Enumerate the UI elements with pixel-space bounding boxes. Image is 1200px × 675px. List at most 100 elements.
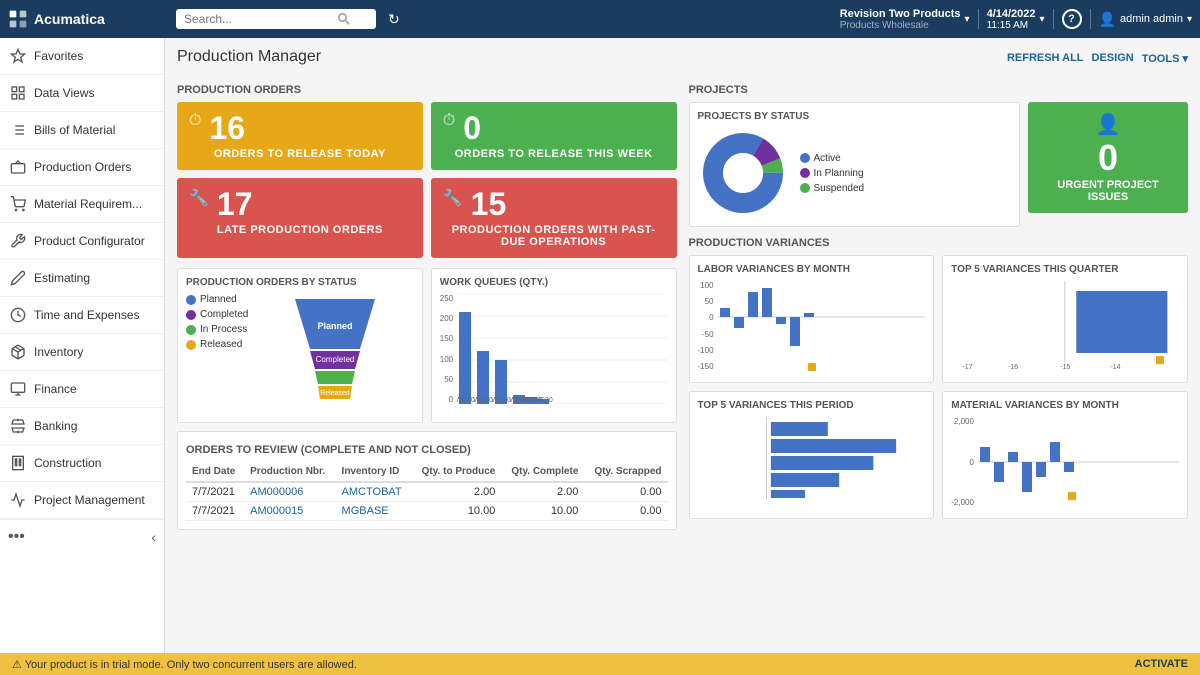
sidebar-item-data-views[interactable]: Data Views xyxy=(0,75,164,112)
labor-svg xyxy=(718,281,926,371)
urgent-number: 0 xyxy=(1098,137,1118,179)
sidebar-item-banking[interactable]: Banking xyxy=(0,408,164,445)
legend-suspended: Suspended xyxy=(800,183,865,194)
cell-qty-complete: 10.00 xyxy=(501,502,584,521)
help-button[interactable]: ? xyxy=(1062,9,1082,29)
in-process-dot xyxy=(186,325,196,335)
orders-today-number: 16 xyxy=(209,112,245,144)
production-orders-header: PRODUCTION ORDERS xyxy=(177,84,677,96)
wq-y-axis: 250200150100500 xyxy=(440,294,455,404)
inventory-id-link[interactable]: MGBASE xyxy=(342,505,389,517)
company-name: Revision Two Products xyxy=(840,8,961,20)
search-icon xyxy=(338,13,350,25)
sidebar-item-construction[interactable]: Construction xyxy=(0,445,164,482)
cell-end-date: 7/7/2021 xyxy=(186,502,244,521)
labor-variances-title: LABOR VARIANCES BY MONTH xyxy=(698,264,926,275)
top5-period-chart: TOP 5 VARIANCES THIS PERIOD xyxy=(689,391,935,519)
finance-icon xyxy=(10,381,26,397)
prod-nbr-link[interactable]: AM000006 xyxy=(250,486,303,498)
work-queues-title: WORK QUEUES (QTY.) xyxy=(440,277,668,288)
datetime-selector[interactable]: 4/14/2022 11:15 AM ▾ xyxy=(987,8,1045,31)
work-queues-chart: WORK QUEUES (QTY.) 250200150100500 xyxy=(431,268,677,423)
toolbar: REFRESH ALL DESIGN TOOLS ▾ xyxy=(1007,52,1188,65)
past-due-label: PRODUCTION ORDERS WITH PAST-DUE OPERATIO… xyxy=(443,224,665,248)
refresh-all-button[interactable]: REFRESH ALL xyxy=(1007,52,1084,65)
favorites-label: Favorites xyxy=(34,49,83,63)
product-config-label: Product Configurator xyxy=(34,234,145,248)
prod-status-legend: Planned Completed In Process xyxy=(186,294,248,350)
more-items-icon[interactable]: ••• xyxy=(4,524,29,550)
sidebar-item-estimating[interactable]: Estimating xyxy=(0,260,164,297)
cart-icon xyxy=(10,196,26,212)
kpi-orders-week[interactable]: ⏱ 0 ORDERS TO RELEASE THIS WEEK xyxy=(431,102,677,170)
search-input[interactable] xyxy=(184,12,334,26)
col-qty-scrapped: Qty. Scrapped xyxy=(584,462,667,482)
kpi-late-orders[interactable]: 🔧 17 LATE PRODUCTION ORDERS xyxy=(177,178,423,258)
sidebar-item-finance[interactable]: Finance xyxy=(0,371,164,408)
inventory-label: Inventory xyxy=(34,345,83,359)
project-mgmt-label: Project Management xyxy=(34,493,145,507)
orders-review-header: ORDERS TO REVIEW (COMPLETE AND NOT CLOSE… xyxy=(186,444,668,456)
bills-of-material-label: Bills of Material xyxy=(34,123,115,137)
planned-label: Planned xyxy=(200,294,237,305)
inventory-id-link[interactable]: AMCTOBAT xyxy=(342,486,402,498)
sidebar-bottom: ••• ‹ xyxy=(0,519,164,554)
cell-inventory-id[interactable]: AMCTOBAT xyxy=(336,482,412,502)
pie-chart-container: Active In Planning Suspended xyxy=(698,128,1012,218)
prod-nbr-link[interactable]: AM000015 xyxy=(250,505,303,517)
projects-header: PROJECTS xyxy=(689,84,1189,96)
search-box[interactable] xyxy=(176,9,376,29)
wq-svg: WC40 WC10 WC70 WC20 WC100 WC30 xyxy=(457,294,667,404)
sidebar-item-project-mgmt[interactable]: Project Management xyxy=(0,482,164,519)
sidebar-item-production-orders[interactable]: Production Orders xyxy=(0,149,164,186)
orders-week-number: 0 xyxy=(463,112,481,144)
legend-planned: Planned xyxy=(186,294,248,305)
cell-qty-scrapped: 0.00 xyxy=(584,482,667,502)
variance-bottom-row: TOP 5 VARIANCES THIS PERIOD xyxy=(689,391,1189,519)
chart-icon xyxy=(10,85,26,101)
activate-button[interactable]: ACTIVATE xyxy=(1135,658,1188,670)
design-button[interactable]: DESIGN xyxy=(1092,52,1134,65)
building-icon xyxy=(10,455,26,471)
user-menu[interactable]: 👤 admin admin ▾ xyxy=(1099,11,1192,28)
svg-text:WC10: WC10 xyxy=(473,397,493,404)
sidebar-item-favorites[interactable]: Favorites xyxy=(0,38,164,75)
sidebar-item-product-config[interactable]: Product Configurator xyxy=(0,223,164,260)
star-icon xyxy=(10,48,26,64)
kpi-orders-today[interactable]: ⏱ 16 ORDERS TO RELEASE TODAY xyxy=(177,102,423,170)
list-icon xyxy=(10,122,26,138)
kpi-row-top: ⏱ 16 ORDERS TO RELEASE TODAY ⏱ 0 ORDERS … xyxy=(177,102,677,170)
urgent-issues-card[interactable]: 👤 0 URGENT PROJECT ISSUES xyxy=(1028,102,1188,213)
history-button[interactable]: ↻ xyxy=(384,7,404,32)
orders-week-label: ORDERS TO RELEASE THIS WEEK xyxy=(443,148,665,160)
variance-top-row: LABOR VARIANCES BY MONTH 100500-50-100-1… xyxy=(689,255,1189,383)
tools-button[interactable]: TOOLS ▾ xyxy=(1142,52,1188,65)
project-icon xyxy=(10,492,26,508)
sidebar-item-material-req[interactable]: Material Requirem... xyxy=(0,186,164,223)
production-variances-header: PRODUCTION VARIANCES xyxy=(689,237,1189,249)
cell-inventory-id[interactable]: MGBASE xyxy=(336,502,412,521)
kpi-past-due[interactable]: 🔧 15 PRODUCTION ORDERS WITH PAST-DUE OPE… xyxy=(431,178,677,258)
cell-prod-nbr[interactable]: AM000006 xyxy=(244,482,335,502)
svg-text:-17: -17 xyxy=(963,364,973,371)
wrench-icon-late: 🔧 xyxy=(189,188,209,208)
timer-icon-week: ⏱ xyxy=(443,112,455,130)
logo-icon xyxy=(8,9,28,29)
sidebar-item-inventory[interactable]: Inventory xyxy=(0,334,164,371)
top5-period-area xyxy=(698,417,926,510)
cell-prod-nbr[interactable]: AM000015 xyxy=(244,502,335,521)
sidebar-item-bills-of-material[interactable]: Bills of Material xyxy=(0,112,164,149)
suspended-dot xyxy=(800,183,810,193)
sidebar-item-time-expenses[interactable]: Time and Expenses xyxy=(0,297,164,334)
top5-quarter-chart: TOP 5 VARIANCES THIS QUARTER -17 xyxy=(942,255,1188,383)
svg-text:Completed: Completed xyxy=(316,355,355,364)
projects-by-status-chart: PROJECTS BY STATUS xyxy=(689,102,1021,227)
cell-qty-produce: 2.00 xyxy=(411,482,501,502)
col-end-date: End Date xyxy=(186,462,244,482)
in-planning-dot xyxy=(800,168,810,178)
company-selector[interactable]: Revision Two Products Products Wholesale… xyxy=(840,8,970,31)
svg-text:WC70: WC70 xyxy=(491,397,511,404)
sidebar-collapse-icon[interactable]: ‹ xyxy=(147,525,160,549)
right-column: PROJECTS PROJECTS BY STATUS xyxy=(689,80,1189,530)
labor-chart-area xyxy=(718,281,926,374)
